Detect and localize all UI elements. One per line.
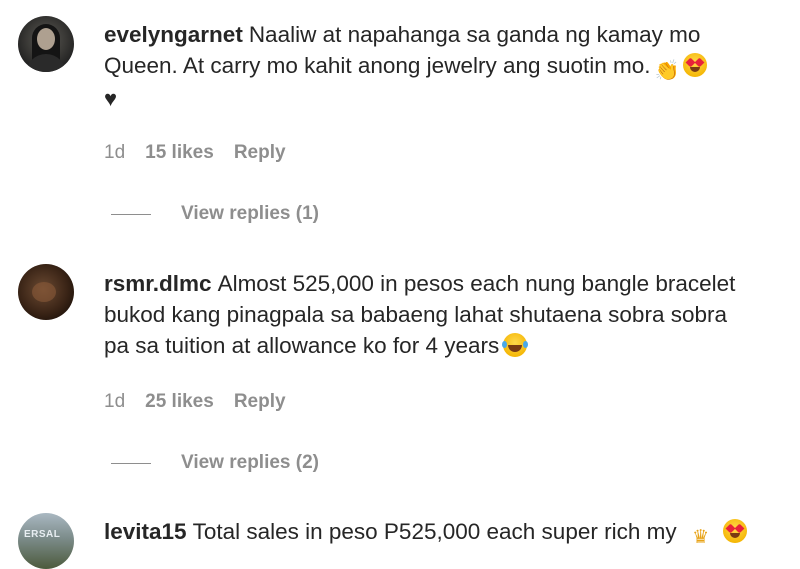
reply-button[interactable]: Reply (234, 391, 286, 413)
clapping-hands-icon: 👏 (654, 60, 680, 82)
comment-text-line: Queen. At carry mo kahit anong jewelry a… (104, 53, 651, 78)
comment-likes[interactable]: 25 likes (145, 391, 214, 413)
comment-username[interactable]: evelyngarnet (104, 22, 243, 47)
crown-icon: ♛ (692, 527, 710, 548)
avatar-face (37, 28, 55, 50)
avatar[interactable]: ERSAL (18, 513, 74, 569)
view-replies-button[interactable]: View replies (1) (111, 203, 319, 225)
comment-text-line: bukod kang pinagpala sa babaeng lahat sh… (104, 302, 727, 327)
avatar-glow (32, 282, 56, 302)
comment-text-line: Naaliw at napahanga sa ganda ng kamay mo (248, 22, 701, 47)
avatar[interactable] (18, 16, 74, 72)
comment-text-line: Almost 525,000 in pesos each nung bangle… (217, 271, 736, 296)
comment-username[interactable]: rsmr.dlmc (104, 271, 212, 296)
reply-button[interactable]: Reply (234, 142, 286, 164)
heart-eyes-icon (682, 53, 707, 77)
view-replies-button[interactable]: View replies (2) (111, 452, 319, 474)
view-replies-label: View replies (2) (181, 452, 319, 473)
tears-of-joy-icon (502, 333, 529, 357)
comment-meta: 1d 25 likes Reply (104, 391, 286, 413)
comment-likes[interactable]: 15 likes (145, 142, 214, 164)
comment-time: 1d (104, 391, 126, 412)
black-heart-icon: ♥ (104, 86, 118, 111)
comment-body: levita15 Total sales in peso P525,000 eac… (104, 516, 774, 550)
view-replies-label: View replies (1) (181, 203, 319, 224)
comment-username[interactable]: levita15 (104, 519, 187, 544)
avatar[interactable] (18, 264, 74, 320)
comment-time: 1d (104, 142, 126, 163)
replies-divider (111, 462, 151, 464)
comment-meta: 1d 15 likes Reply (104, 142, 286, 164)
replies-divider (111, 213, 151, 215)
comment-text-line: Total sales in peso P525,000 each super … (192, 519, 677, 544)
comment-text-line: pa sa tuition at allowance ko for 4 year… (104, 333, 500, 358)
heart-eyes-icon (722, 519, 747, 543)
avatar-sign-text: ERSAL (24, 529, 61, 540)
comment-body: rsmr.dlmc Almost 525,000 in pesos each nu… (104, 268, 774, 361)
comment-body: evelyngarnet Naaliw at napahanga sa ganda… (104, 19, 774, 114)
